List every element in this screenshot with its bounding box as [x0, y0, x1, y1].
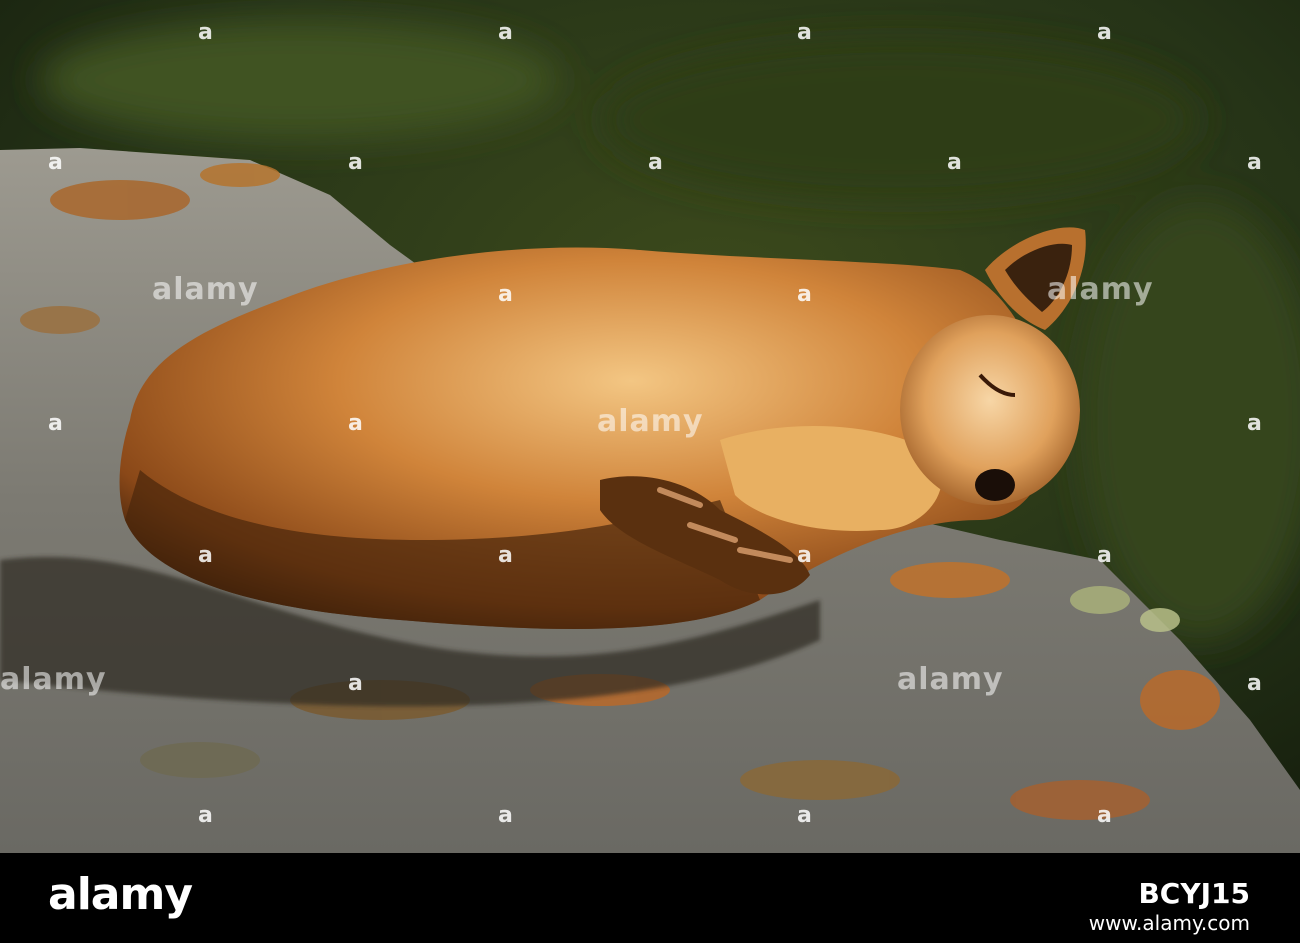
watermark-mark: a — [198, 543, 213, 568]
watermark-word: alamy — [1047, 272, 1154, 307]
watermark-mark: a — [797, 282, 812, 307]
fox-nose — [975, 469, 1015, 501]
watermark-mark: a — [1097, 543, 1112, 568]
watermark-mark: a — [198, 803, 213, 828]
watermark-word: alamy — [152, 272, 259, 307]
watermark-mark: a — [348, 671, 363, 696]
watermark-mark: a — [1097, 20, 1112, 45]
watermark-mark: a — [1247, 671, 1262, 696]
watermark-mark: a — [498, 282, 513, 307]
watermark-mark: a — [797, 20, 812, 45]
brand-logo: alamy — [48, 869, 193, 920]
watermark-mark: a — [797, 803, 812, 828]
watermark-mark: a — [648, 150, 663, 175]
watermark-mark: a — [348, 411, 363, 436]
watermark-mark: a — [48, 150, 63, 175]
watermark-mark: a — [947, 150, 962, 175]
watermark-mark: a — [1097, 803, 1112, 828]
watermark-mark: a — [48, 411, 63, 436]
watermark-mark: a — [1247, 411, 1262, 436]
watermark-mark: a — [198, 20, 213, 45]
watermark-mark: a — [498, 803, 513, 828]
stock-image-id: BCYJ15 — [1138, 877, 1250, 910]
watermark-word: alamy — [0, 662, 107, 697]
stock-footer: alamy BCYJ15 www.alamy.com — [0, 853, 1300, 943]
watermark-mark: a — [797, 543, 812, 568]
watermark-word: alamy — [597, 404, 704, 439]
watermark-mark: a — [348, 150, 363, 175]
watermark-mark: a — [498, 543, 513, 568]
watermark-word: alamy — [897, 662, 1004, 697]
watermark-mark: a — [1247, 150, 1262, 175]
site-url: www.alamy.com — [1088, 911, 1250, 935]
watermark-mark: a — [498, 20, 513, 45]
